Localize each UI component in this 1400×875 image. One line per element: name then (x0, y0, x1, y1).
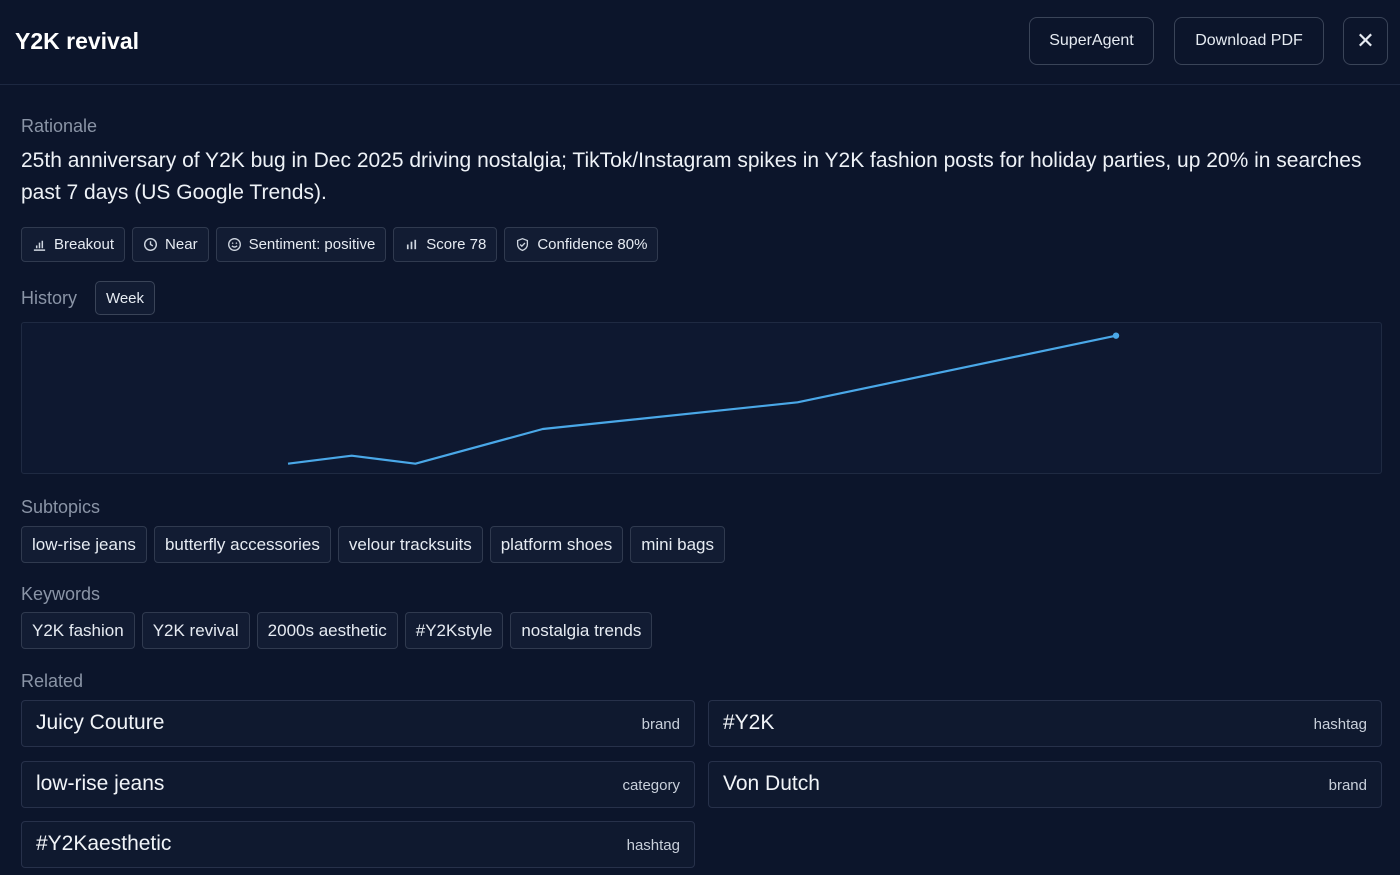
panel-header: Y2K revival SuperAgent Download PDF ✕ (0, 0, 1400, 85)
related-item-type: brand (1328, 777, 1367, 794)
badge-breakout: Breakout (21, 227, 126, 262)
badge-horizon: Near (132, 227, 209, 262)
related-item[interactable]: #Y2K hashtag (708, 700, 1382, 747)
clock-icon (144, 237, 158, 252)
rationale-text: 25th anniversary of Y2K bug in Dec 2025 … (21, 149, 1362, 204)
history-chart (21, 322, 1382, 474)
related-item-name: #Y2K (723, 711, 775, 734)
related-item-name: Juicy Couture (36, 711, 165, 734)
keyword-tag[interactable]: Y2K fashion (21, 612, 135, 649)
keyword-tag[interactable]: Y2K revival (141, 612, 250, 649)
keyword-list: Y2K fashion Y2K revival 2000s aesthetic … (21, 612, 653, 649)
keyword-tag[interactable]: #Y2Kstyle (404, 612, 504, 649)
related-item-name: Von Dutch (723, 772, 820, 795)
bar-chart-icon (407, 239, 417, 250)
history-label: History (21, 288, 78, 308)
related-item-name: low-rise jeans (36, 772, 165, 795)
close-button[interactable]: ✕ (1343, 17, 1388, 65)
badge-row: Breakout Near Sentiment: positive Score … (21, 227, 659, 262)
badge-label: Sentiment: positive (248, 236, 376, 253)
related-item-name: #Y2Kaesthetic (36, 832, 172, 855)
subtopic-tag[interactable]: platform shoes (489, 526, 624, 563)
history-last-point (1112, 332, 1120, 339)
related-item[interactable]: #Y2Kaesthetic hashtag (21, 821, 695, 868)
subtopic-list: low-rise jeans butterfly accessories vel… (21, 526, 725, 563)
subtopic-tag[interactable]: butterfly accessories (153, 526, 331, 563)
badge-label: Near (165, 236, 198, 253)
page-title: Y2K revival (15, 28, 140, 54)
keywords-label: Keywords (21, 584, 101, 604)
badge-label: Breakout (54, 236, 115, 253)
related-item-type: category (622, 777, 680, 794)
period-toggle-week[interactable]: Week (95, 281, 155, 315)
badge-confidence: Confidence 80% (504, 227, 659, 262)
badge-label: Confidence 80% (537, 236, 648, 253)
related-item-type: hashtag (1313, 716, 1367, 733)
related-item-type: brand (641, 716, 680, 733)
related-item[interactable]: Juicy Couture brand (21, 700, 695, 747)
related-label: Related (21, 671, 84, 691)
subtopic-tag[interactable]: mini bags (630, 526, 725, 563)
history-series-line (287, 334, 1117, 465)
download-pdf-button[interactable]: Download PDF (1174, 17, 1324, 65)
superagent-button[interactable]: SuperAgent (1029, 17, 1154, 65)
history-line-chart (287, 332, 1120, 465)
smile-icon (227, 238, 241, 251)
subtopic-tag[interactable]: velour tracksuits (337, 526, 483, 563)
badge-label: Score 78 (426, 236, 487, 253)
related-item[interactable]: Von Dutch brand (708, 761, 1382, 808)
badge-sentiment: Sentiment: positive (215, 227, 387, 262)
related-item[interactable]: low-rise jeans category (21, 761, 695, 808)
badge-score: Score 78 (393, 227, 498, 262)
keyword-tag[interactable]: nostalgia trends (510, 612, 653, 649)
rationale-label: Rationale (21, 116, 98, 136)
keyword-tag[interactable]: 2000s aesthetic (256, 612, 398, 649)
related-item-type: hashtag (626, 837, 680, 854)
subtopics-label: Subtopics (21, 497, 101, 517)
bar-chart-icon (33, 240, 46, 251)
close-icon: ✕ (1356, 28, 1375, 53)
shield-check-icon (517, 237, 529, 252)
subtopic-tag[interactable]: low-rise jeans (21, 526, 147, 563)
